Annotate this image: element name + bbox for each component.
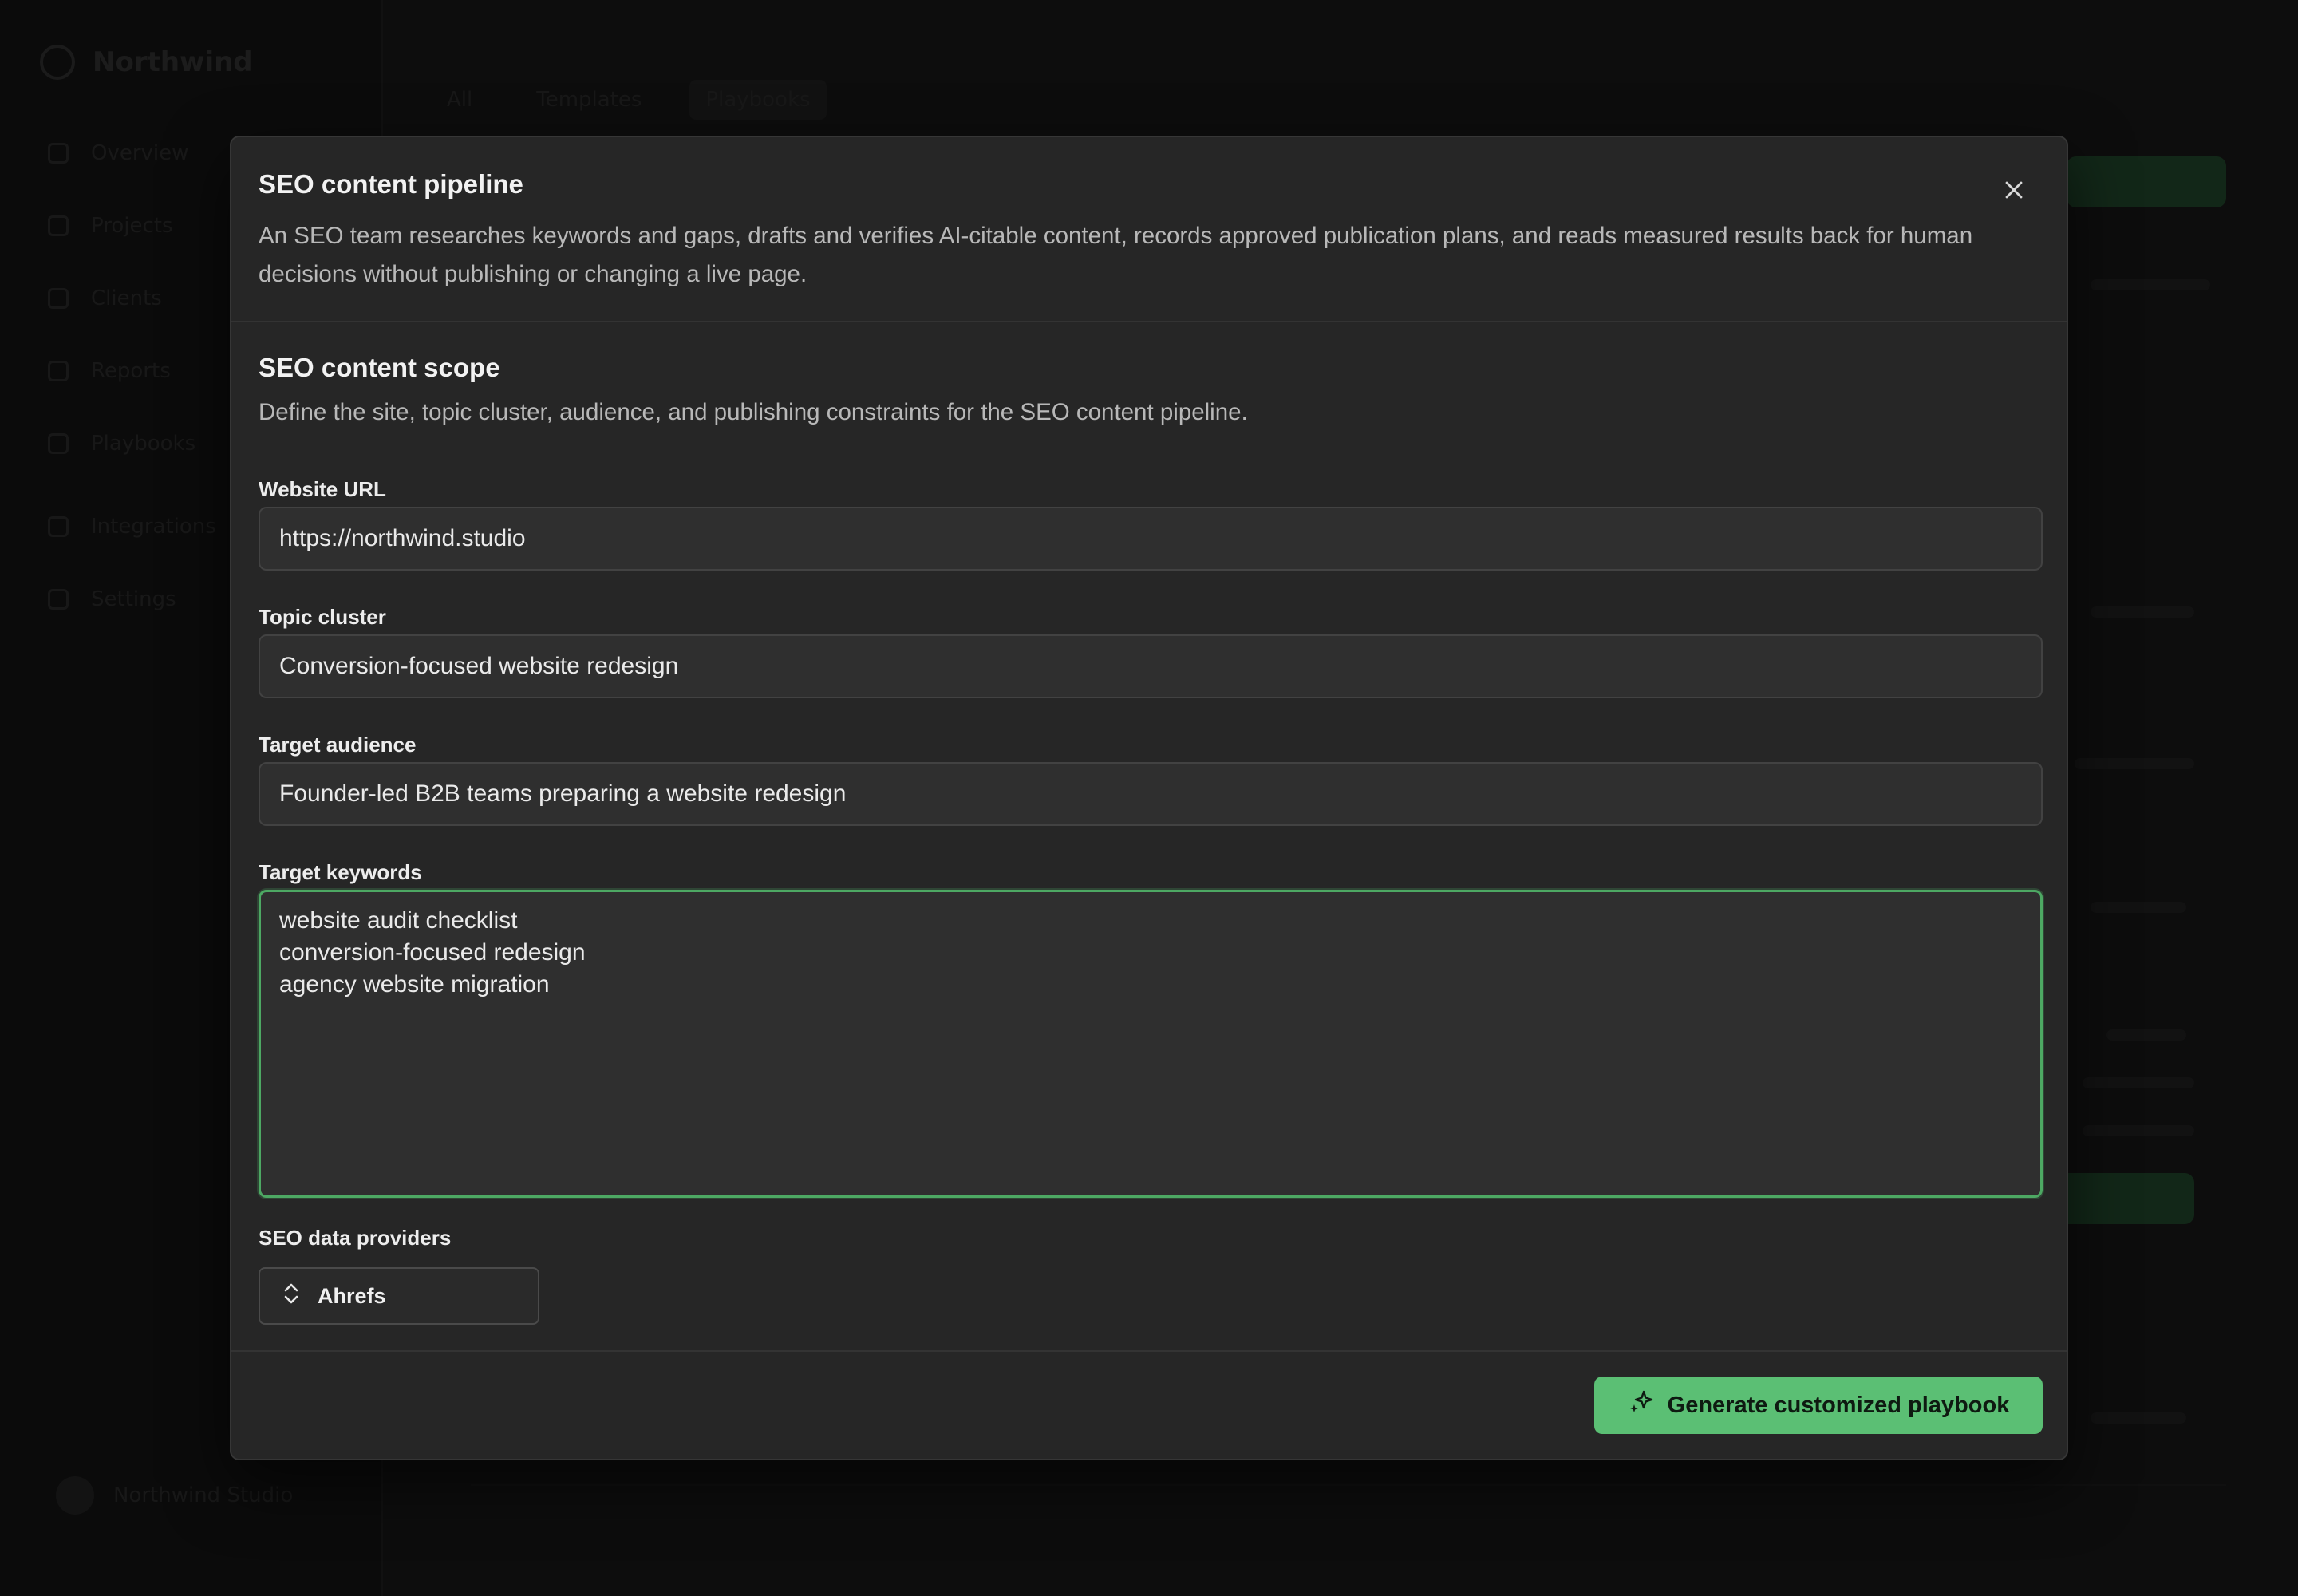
topic-cluster-input[interactable]: Conversion-focused website redesign [259,634,2043,698]
website-url-label: Website URL [259,477,386,501]
keyword-line: website audit checklist [279,907,518,934]
keyword-line: agency website migration [279,971,550,998]
dialog-description: An SEO team researches keywords and gaps… [259,223,1973,287]
seo-providers-select[interactable]: Ahrefs [259,1267,539,1325]
dialog-header: SEO content pipeline An SEO team researc… [231,137,2067,322]
website-url-input[interactable]: https://northwind.studio [259,507,2043,571]
target-keywords-textarea[interactable]: website audit checklist conversion-focus… [259,890,2043,1198]
close-icon [2004,180,2024,203]
dialog-footer-divider [231,1350,2067,1352]
topic-cluster-label: Topic cluster [259,605,386,629]
section-description: Define the site, topic cluster, audience… [259,399,1248,425]
seo-providers-value: Ahrefs [318,1283,386,1308]
target-keywords-label: Target keywords [259,860,422,884]
section-title: SEO content scope [259,353,500,382]
seo-providers-label: SEO data providers [259,1226,452,1250]
target-audience-label: Target audience [259,733,417,757]
chevron-up-down-icon [282,1282,300,1311]
generate-playbook-label: Generate customized playbook [1667,1392,2010,1418]
playbook-dialog: SEO content pipeline An SEO team researc… [230,136,2068,1460]
keyword-line: conversion-focused redesign [279,939,586,966]
dialog-title: SEO content pipeline [259,169,523,199]
close-button[interactable] [1996,174,2031,209]
target-audience-input[interactable]: Founder-led B2B teams preparing a websit… [259,762,2043,826]
sparkles-icon [1628,1389,1655,1422]
generate-playbook-button[interactable]: Generate customized playbook [1594,1377,2043,1434]
